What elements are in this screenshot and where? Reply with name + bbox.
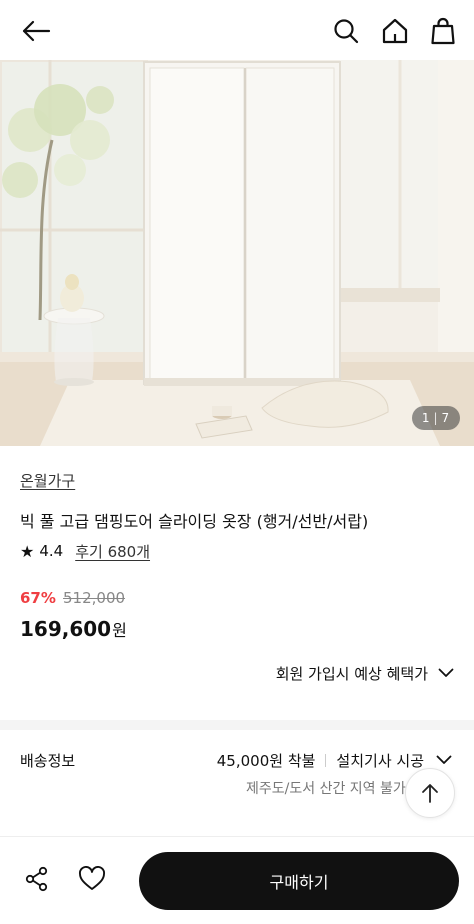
scroll-to-top-button[interactable] — [405, 768, 455, 818]
shipping-info-toggle[interactable]: 45,000원 착불 설치기사 시공 — [217, 748, 452, 772]
share-icon — [25, 866, 48, 892]
arrow-left-icon — [22, 20, 51, 42]
shipping-label: 배송정보 — [20, 752, 76, 770]
original-price: 512,000 — [63, 589, 126, 607]
member-benefit-label: 회원 가입시 예상 혜택가 — [275, 664, 428, 683]
shipping-fee: 45,000원 착불 — [216, 751, 316, 770]
shipping-method: 설치기사 시공 — [336, 751, 424, 770]
brand-link[interactable]: 온월가구 — [20, 470, 75, 491]
rating-score: 4.4 — [39, 542, 64, 560]
star-icon: ★ — [20, 541, 35, 561]
shopping-bag-icon — [431, 17, 455, 45]
chevron-down-icon — [436, 755, 452, 764]
back-button[interactable] — [14, 12, 58, 50]
heart-icon — [79, 866, 105, 890]
product-image-carousel[interactable] — [0, 60, 474, 446]
shipping-separator — [325, 753, 327, 767]
search-icon — [334, 19, 359, 44]
image-counter-current: 1 — [421, 411, 431, 425]
member-benefit-toggle[interactable]: 회원 가입시 예상 혜택가 — [276, 661, 454, 685]
image-counter: 1 | 7 — [412, 406, 460, 430]
sale-price: 169,600원 — [20, 617, 127, 641]
home-button[interactable] — [376, 12, 414, 50]
price-unit: 원 — [112, 621, 127, 640]
image-counter-separator: | — [433, 411, 439, 425]
chevron-down-icon — [438, 668, 454, 677]
section-divider — [0, 720, 474, 730]
arrow-up-icon — [422, 784, 438, 803]
image-counter-total: 7 — [441, 411, 451, 425]
top-bar — [0, 0, 474, 60]
share-button[interactable] — [20, 862, 54, 896]
product-title: 빅 풀 고급 댐핑도어 슬라이딩 옷장 (행거/선반/서랍) — [20, 512, 369, 531]
home-icon — [382, 18, 408, 44]
like-button[interactable] — [74, 862, 110, 896]
bottom-bar-border — [0, 836, 474, 837]
search-button[interactable] — [328, 12, 364, 50]
buy-button[interactable]: 구매하기 — [139, 852, 459, 910]
cart-button[interactable] — [424, 12, 462, 50]
rating-row: ★ 4.4 후기 680개 — [20, 540, 150, 562]
product-photo — [0, 60, 474, 446]
review-count-link[interactable]: 후기 680개 — [75, 541, 150, 562]
sale-price-value: 169,600 — [20, 617, 112, 641]
discount-rate: 67% — [20, 589, 56, 607]
